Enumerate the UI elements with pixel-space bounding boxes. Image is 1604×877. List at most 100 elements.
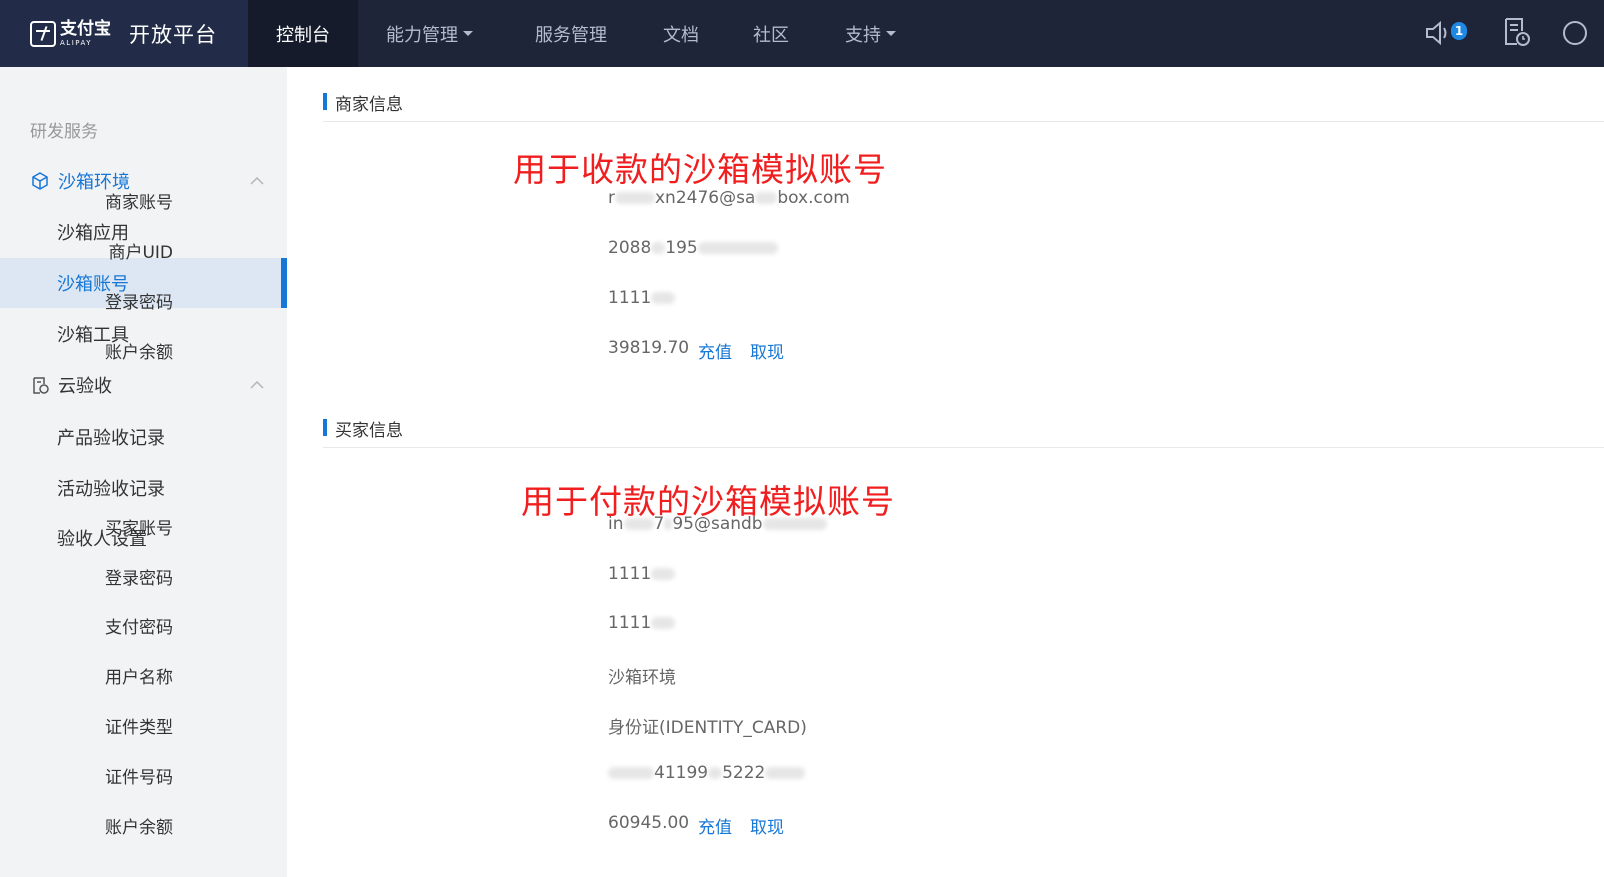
field-label: 证件类型 [105,718,173,738]
merchant-account-row: 商家账号 r xn2476@sa box.com [105,188,1187,218]
alipay-logo-icon [30,20,56,47]
merchant-account-value[interactable]: r xn2476@sa box.com [608,188,850,208]
redacted-blur [623,518,654,530]
notification-badge[interactable]: 1 [1451,22,1467,40]
buyer-withdraw-link[interactable]: 取现 [750,813,784,838]
logo-cn: 支付宝 [60,18,111,39]
nav-capability[interactable]: 能力管理 [358,0,499,67]
merchant-recharge-link[interactable]: 充值 [698,338,732,363]
redacted-blur [651,242,666,254]
value-part: 5222 [722,763,766,783]
redacted-blur [697,242,778,254]
value-part: in [608,514,624,534]
value-part: box.com [777,188,850,208]
platform-title[interactable]: 开放平台 [129,19,217,49]
value-part: 1111 [608,288,652,308]
merchant-uid-value[interactable]: 2088 195 [608,238,778,258]
nav-label: 文档 [663,24,699,46]
merchant-password-row: 登录密码 1111 [105,288,1187,318]
field-label: 支付密码 [105,618,173,638]
caret-down-icon [886,31,896,36]
nav-label: 服务管理 [535,24,607,46]
value-part: r [608,188,615,208]
section-accent-bar [323,419,327,436]
field-label: 证件号码 [105,768,173,788]
buyer-balance-row: 账户余额 60945.00 充值 取现 [105,813,1187,843]
buyer-pay-password-row: 支付密码 1111 [105,613,1187,643]
redacted-blur [651,292,676,304]
merchant-password-value[interactable]: 1111 [608,288,676,308]
caret-down-icon [463,31,473,36]
merchant-uid-row: 商户UID 2088 195 [108,238,1187,268]
buyer-username-row: 用户名称 沙箱环境 [105,663,1187,693]
redacted-blur [615,192,655,204]
value-part: 41199 [654,763,709,783]
buyer-recharge-link[interactable]: 充值 [698,813,732,838]
buyer-balance-value: 60945.00 [608,813,690,833]
merchant-balance-value: 39819.70 [608,338,690,358]
redacted-blur [651,617,676,629]
merchant-balance-row: 账户余额 39819.70 充值 取现 [105,338,1187,368]
value-part: 195 [665,238,698,258]
speaker-icon[interactable] [1424,20,1454,46]
buyer-pay-password-value[interactable]: 1111 [608,613,676,633]
field-label: 账户余额 [105,818,173,838]
clipboard-check-icon [33,377,49,394]
redacted-blur [664,518,673,530]
buyer-account-row: 买家账号 in 7 95@sandb [105,514,1187,544]
section-accent-bar [323,93,327,110]
buyer-id-type-row: 证件类型 身份证(IDENTITY_CARD) [105,713,1187,743]
nav-label: 支持 [845,24,881,46]
nav-support[interactable]: 支持 [817,0,924,67]
main-content: 商家信息 用于收款的沙箱模拟账号 商家账号 r xn2476@sa box.com … [105,67,1604,877]
alipay-logo-text: 支付宝 ALIPAY [60,18,111,47]
sidebar-item-product-records[interactable]: 产品验收记录 [0,412,287,462]
logo-en: ALIPAY [60,38,93,47]
buyer-account-value[interactable]: in 7 95@sandb [608,514,827,534]
help-icon[interactable] [1560,18,1590,48]
value-part: 1111 [608,613,652,633]
redacted-blur [762,518,827,530]
buyer-id-type-value: 身份证(IDENTITY_CARD) [608,718,807,738]
main-nav: 控制台 能力管理 服务管理 文档 社区 支持 [248,0,924,67]
redacted-blur [708,767,723,779]
buyer-id-number-value[interactable]: 41199 5222 [608,763,806,783]
value-part: 2088 [608,238,652,258]
sidebar-item-label: 产品验收记录 [57,428,165,449]
merchant-section-header: 商家信息 [323,72,1604,122]
value-part: 95@sandb [672,514,763,534]
nav-community[interactable]: 社区 [727,0,817,67]
sidebar-item-cloud-acceptance[interactable]: 云验收 [0,360,287,410]
value-part: 1111 [608,564,652,584]
alipay-logo[interactable]: 支付宝 ALIPAY [30,18,129,47]
nav-label: 能力管理 [386,24,458,46]
merchant-annotation: 用于收款的沙箱模拟账号 [513,150,887,189]
buyer-username-value: 沙箱环境 [608,668,676,688]
top-navbar: 支付宝 ALIPAY 开放平台 控制台 能力管理 服务管理 文档 社区 支持 1 [0,0,1604,67]
field-label: 登录密码 [105,569,173,589]
redacted-blur [755,192,778,204]
field-label: 登录密码 [105,293,173,313]
redacted-blur [608,767,654,779]
section-title: 买家信息 [335,421,403,441]
nav-console[interactable]: 控制台 [248,0,358,67]
sidebar-group-title: 研发服务 [30,122,98,142]
field-label: 商家账号 [105,193,173,213]
nav-service[interactable]: 服务管理 [499,0,635,67]
nav-label: 社区 [753,24,789,46]
nav-docs[interactable]: 文档 [635,0,727,67]
value-part: xn2476@sa [655,188,756,208]
chevron-up-icon[interactable] [250,176,264,186]
sidebar-item-label: 云验收 [58,376,112,397]
merchant-withdraw-link[interactable]: 取现 [750,338,784,363]
field-label: 商户UID [108,243,173,263]
sidebar-item-activity-records[interactable]: 活动验收记录 [0,463,287,513]
buyer-login-password-value[interactable]: 1111 [608,564,676,584]
sidebar-item-label: 活动验收记录 [57,479,165,500]
document-icon[interactable] [1502,17,1530,47]
brand[interactable]: 支付宝 ALIPAY 开放平台 [0,0,248,67]
field-label: 用户名称 [105,668,173,688]
buyer-section-header: 买家信息 [323,398,1604,448]
value-part: 7 [653,514,665,534]
chevron-up-icon[interactable] [250,380,264,390]
